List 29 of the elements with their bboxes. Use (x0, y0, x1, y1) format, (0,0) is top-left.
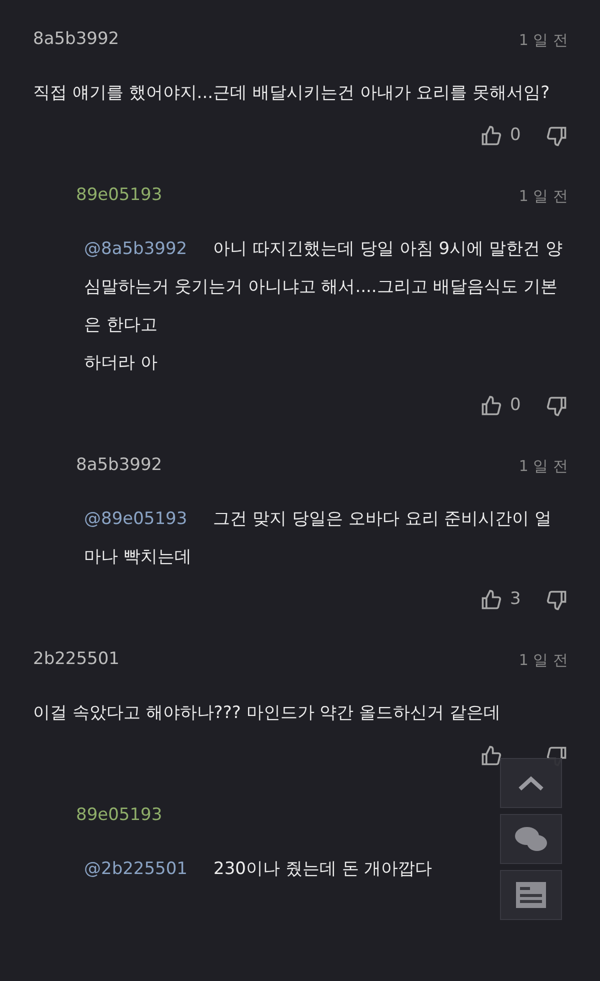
thumbs-up-icon[interactable] (480, 589, 502, 611)
thumbs-down-icon[interactable] (546, 395, 568, 417)
comment-text: @89e05193 그건 맞지 당일은 오바다 요리 준비시간이 얼마나 빡치는데 (84, 508, 553, 569)
like-count: 0 (510, 124, 522, 148)
scroll-top-button[interactable] (500, 758, 562, 808)
like-count: 3 (510, 588, 522, 612)
username[interactable]: 8a5b3992 (33, 27, 120, 53)
username[interactable]: 8a5b3992 (76, 453, 162, 479)
comment-text: @2b225501 230이나 줬는데 돈 개아깝다 (84, 858, 432, 881)
thumbs-up-icon[interactable] (480, 745, 502, 767)
reader-button[interactable] (500, 870, 562, 920)
document-icon (515, 881, 547, 909)
chat-bubbles-icon (514, 824, 548, 854)
thumbs-up-icon[interactable] (480, 395, 502, 417)
thumbs-up-icon[interactable] (480, 125, 502, 147)
comments-button[interactable] (500, 814, 562, 864)
comment-text: @8a5b3992 아니 따지긴했는데 당일 아침 9시에 말한건 양심말하는거 웃기는거 아니냐고 해서....그리고 배달음식도 기본은 한다고 하더라 아 (84, 238, 564, 375)
timestamp: 1 일 전 (518, 186, 568, 207)
username[interactable]: 89e05193 (76, 803, 162, 829)
username[interactable]: 89e05193 (76, 183, 162, 209)
comment-text: 직접 얘기를 했어야지...근데 배달시키는건 아내가 요리를 못해서임? (33, 82, 550, 105)
username[interactable]: 2b225501 (33, 647, 120, 673)
thumbs-down-icon[interactable] (546, 589, 568, 611)
timestamp: 1 일 전 (518, 30, 568, 51)
thumbs-down-icon[interactable] (546, 125, 568, 147)
timestamp: 1 일 전 (518, 650, 568, 671)
comment-text: 이걸 속았다고 해야하나??? 마인드가 약간 올드하신거 같은데 (33, 702, 500, 725)
timestamp: 1 일 전 (518, 456, 568, 477)
like-count: 0 (510, 394, 522, 418)
